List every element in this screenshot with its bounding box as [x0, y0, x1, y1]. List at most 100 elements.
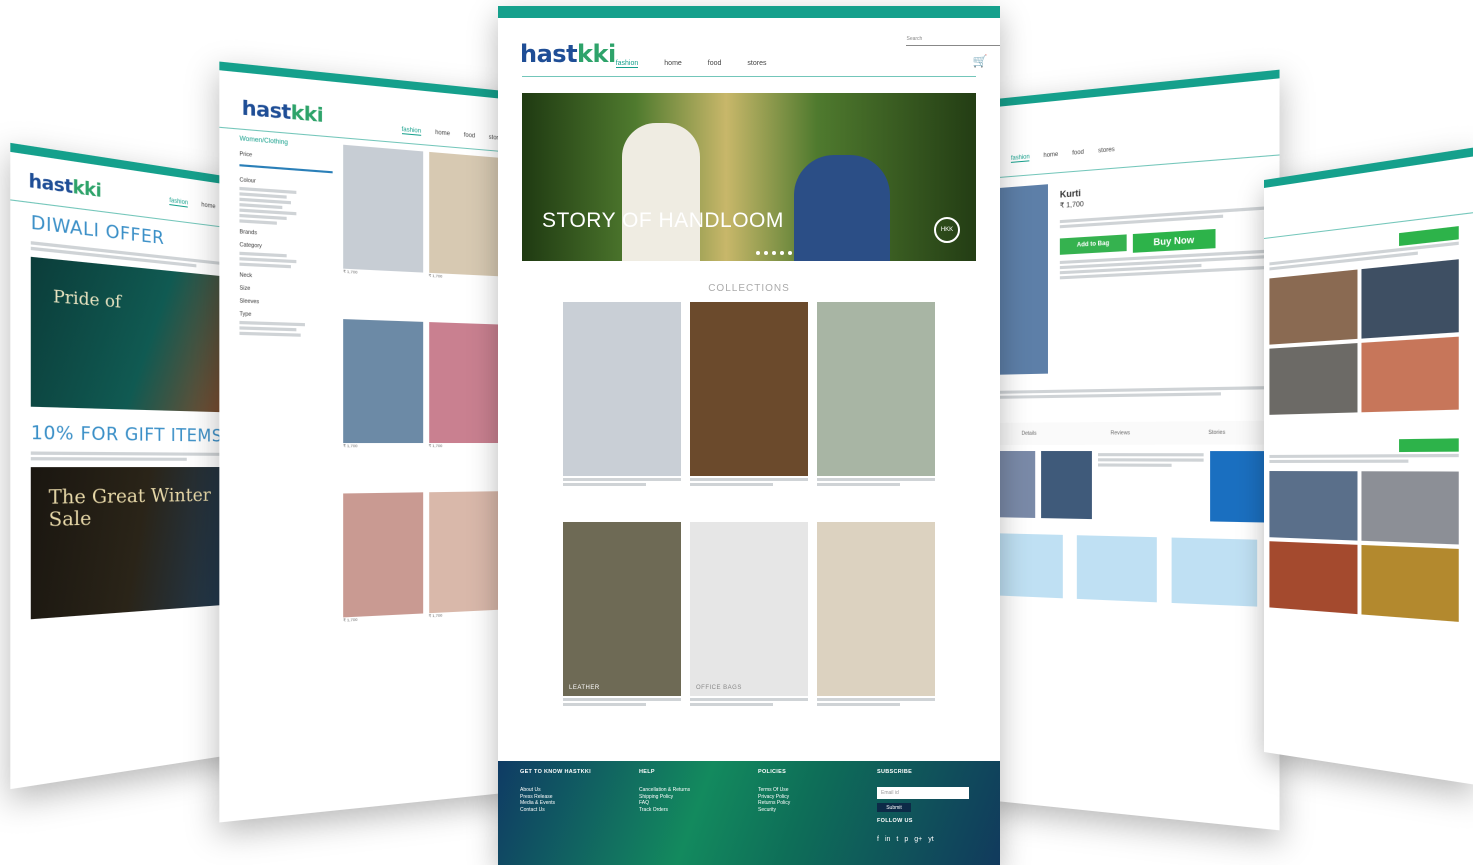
nav-fashion[interactable]: fashion — [401, 126, 422, 136]
collection-image[interactable] — [817, 522, 935, 696]
footer-help: HELP Cancellation & Returns Shipping Pol… — [639, 769, 740, 857]
filter-type[interactable]: Type — [239, 311, 332, 321]
product-image[interactable] — [343, 319, 423, 444]
story-thumb[interactable] — [1040, 451, 1092, 520]
category-options[interactable] — [239, 251, 332, 271]
footer-heading: HELP — [639, 769, 655, 775]
collection-card[interactable] — [563, 302, 681, 488]
brand-logo[interactable]: hastkki — [242, 96, 323, 127]
gift-description — [10, 451, 250, 461]
nav-fashion[interactable]: fashion — [1010, 154, 1030, 163]
nav-fashion[interactable]: fashion — [169, 197, 189, 208]
colour-options[interactable] — [239, 186, 332, 228]
top-bar — [498, 6, 1000, 18]
youtube-icon[interactable]: yt — [928, 836, 933, 843]
add-to-bag-button[interactable]: Add to Bag — [1059, 234, 1127, 255]
collection-card[interactable] — [817, 522, 935, 708]
nav-stores[interactable]: stores — [1098, 147, 1115, 156]
product-card[interactable]: ₹ 1,700 — [428, 491, 505, 652]
twitter-icon[interactable]: t — [896, 836, 898, 843]
diwali-banner[interactable]: Pride of — [30, 256, 234, 413]
email-field[interactable]: Email id — [877, 787, 969, 799]
filter-size[interactable]: Size — [239, 285, 332, 295]
type-options[interactable] — [239, 320, 332, 338]
submit-button[interactable]: Submit — [877, 803, 911, 812]
story-image[interactable] — [1361, 471, 1459, 545]
product-image[interactable] — [343, 492, 423, 618]
gift-offer-heading: 10% FOR GIFT ITEMS — [30, 422, 223, 447]
filter-brands[interactable]: Brands — [239, 229, 332, 241]
footer-heading: GET TO KNOW HASTKKI — [520, 769, 591, 775]
filter-price[interactable]: Price — [239, 151, 332, 165]
collection-card[interactable] — [817, 302, 935, 488]
footer-heading: POLICIES — [758, 769, 787, 775]
nav-food[interactable]: food — [1072, 150, 1084, 158]
stories-strip — [986, 451, 1267, 523]
cart-icon[interactable]: 🛒 — [973, 54, 988, 68]
main-nav: fashion home food stores — [401, 126, 504, 143]
collection-image[interactable]: LEATHER — [563, 522, 681, 696]
nav-food[interactable]: food — [464, 132, 475, 140]
price-slider[interactable] — [239, 164, 333, 174]
footer-subscribe: SUBSCRIBE Email id Submit FOLLOW US f in… — [877, 769, 978, 857]
brand-logo[interactable]: hastkki — [520, 40, 616, 68]
story-next-button[interactable] — [1210, 451, 1267, 523]
pinterest-icon[interactable]: p — [904, 836, 908, 843]
collection-image[interactable]: OFFICE BAGS — [690, 522, 808, 696]
collection-card[interactable] — [690, 302, 808, 488]
filter-neck[interactable]: Neck — [239, 272, 332, 283]
story-tag-button[interactable] — [1399, 438, 1459, 453]
carousel-dots[interactable] — [756, 251, 792, 255]
story-image[interactable] — [1361, 259, 1459, 339]
nav-home[interactable]: home — [435, 130, 450, 138]
nav-home[interactable]: home — [664, 60, 682, 68]
brand-logo[interactable]: hastkki — [29, 170, 102, 202]
facebook-icon[interactable]: f — [877, 836, 879, 843]
collection-image[interactable] — [817, 302, 935, 476]
google-plus-icon[interactable]: g+ — [914, 836, 922, 843]
search-input[interactable]: Search⌕ — [906, 36, 1000, 46]
product-card[interactable]: ₹ 1,700 — [343, 319, 423, 483]
tab-details[interactable]: Details — [1022, 431, 1037, 437]
nav-fashion[interactable]: fashion — [615, 60, 639, 68]
product-card[interactable]: ₹ 1,700 — [428, 151, 505, 315]
product-card[interactable]: ₹ 1,700 — [343, 144, 423, 312]
product-image[interactable] — [343, 144, 423, 273]
collection-card[interactable]: OFFICE BAGS — [690, 522, 808, 708]
collection-image[interactable] — [690, 302, 808, 476]
footer-link[interactable]: Security — [758, 807, 859, 814]
related-product-placeholder[interactable] — [1171, 537, 1258, 607]
tab-stories[interactable]: Stories — [1208, 430, 1225, 436]
buy-now-button[interactable]: Buy Now — [1132, 228, 1216, 253]
footer-link[interactable]: Contact Us — [520, 807, 621, 814]
story-image[interactable] — [1361, 544, 1459, 622]
stories-page-mockup — [1264, 147, 1473, 785]
nav-food[interactable]: food — [708, 60, 722, 68]
product-card[interactable]: ₹ 1,700 — [428, 322, 505, 482]
product-image[interactable] — [428, 151, 505, 277]
filter-sleeves[interactable]: Sleeves — [239, 298, 332, 308]
nav-home[interactable]: home — [1043, 152, 1058, 160]
product-image[interactable] — [428, 322, 505, 444]
collections-grid: LEATHER OFFICE BAGS — [498, 302, 1000, 708]
product-page-mockup: fashion home food stores Kurti ₹ 1,700 A… — [986, 69, 1280, 831]
product-grid: ₹ 1,700 ₹ 1,700 ₹ 1,700 ₹ 1,700 ₹ 1,700 … — [343, 144, 505, 658]
story-image[interactable] — [1269, 343, 1358, 415]
product-card[interactable]: ₹ 1,700 — [343, 492, 423, 657]
tab-reviews[interactable]: Reviews — [1111, 430, 1130, 436]
story-section — [1264, 213, 1473, 623]
story-image[interactable] — [1361, 336, 1459, 413]
related-product-placeholder[interactable] — [1076, 535, 1158, 603]
story-image[interactable] — [1269, 541, 1358, 615]
footer-link[interactable]: Track Orders — [639, 807, 740, 814]
nav-home[interactable]: home — [201, 202, 215, 211]
winter-sale-banner[interactable]: The Great Winter Sale — [30, 467, 234, 620]
collection-card[interactable]: LEATHER — [563, 522, 681, 708]
nav-stores[interactable]: stores — [747, 60, 766, 68]
product-image[interactable] — [428, 491, 505, 614]
story-image[interactable] — [1269, 269, 1358, 345]
hero-banner[interactable]: STORY OF HANDLOOM HKK — [522, 93, 976, 261]
linkedin-icon[interactable]: in — [885, 836, 890, 843]
collection-image[interactable] — [563, 302, 681, 476]
story-image[interactable] — [1269, 471, 1358, 541]
